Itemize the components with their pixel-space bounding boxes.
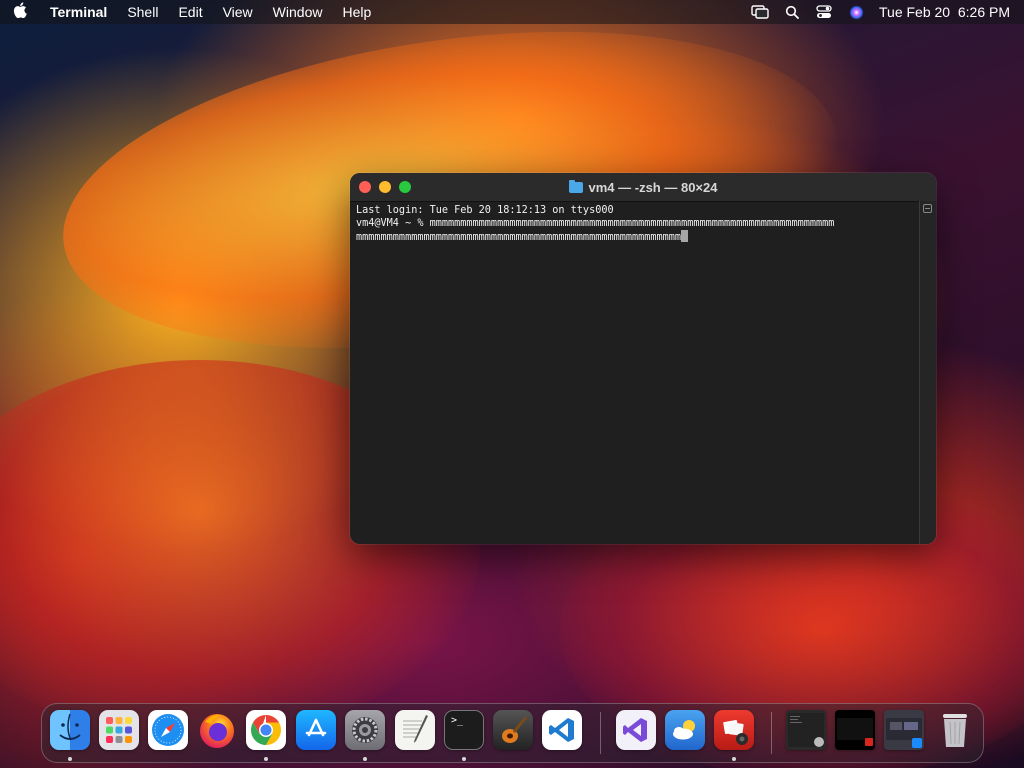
folder-icon — [568, 179, 583, 193]
dock-separator — [600, 712, 601, 754]
menu-help[interactable]: Help — [332, 0, 381, 24]
recent-window-thumbnail-3[interactable] — [884, 710, 924, 750]
text-cursor — [681, 230, 689, 242]
recent-window-thumbnail[interactable] — [786, 710, 826, 750]
chrome-icon[interactable] — [246, 710, 286, 750]
recent-window-thumbnail-2[interactable] — [835, 710, 875, 750]
apple-icon[interactable] — [0, 1, 40, 23]
menu-bar-clock[interactable]: Tue Feb 20 6:26 PM — [879, 4, 1010, 20]
window-title-bar[interactable]: vm4 — -zsh — 80×24 — [350, 173, 936, 202]
weather-icon[interactable] — [665, 710, 705, 750]
menu-edit[interactable]: Edit — [168, 0, 212, 24]
terminal-line: vm4@VM4 ~ % mmmmmmmmmmmmmmmmmmmmmmmmmmmm… — [356, 218, 835, 229]
trash-icon[interactable] — [935, 710, 975, 750]
vscode-icon[interactable] — [542, 710, 582, 750]
window-title: vm4 — -zsh — 80×24 — [350, 173, 936, 201]
menu-window[interactable]: Window — [263, 0, 333, 24]
visual-studio-icon[interactable] — [616, 710, 656, 750]
firefox-icon[interactable] — [197, 710, 237, 750]
menu-view[interactable]: View — [213, 0, 263, 24]
spotlight-search-icon[interactable] — [783, 4, 801, 20]
system-settings-icon[interactable] — [345, 710, 385, 750]
menu-app-terminal[interactable]: Terminal — [40, 0, 117, 24]
desktop-wallpaper: Terminal Shell Edit View Window Help Tue… — [0, 0, 1024, 768]
finder-icon[interactable] — [50, 710, 90, 750]
dock: >_ — [41, 703, 984, 763]
dock-separator — [771, 712, 772, 754]
running-indicator — [68, 757, 72, 761]
terminal-icon[interactable]: >_ — [444, 710, 484, 750]
terminal-window[interactable]: vm4 — -zsh — 80×24 Last login: Tue Feb 2… — [350, 173, 936, 544]
running-indicator — [732, 757, 736, 761]
app-store-icon[interactable] — [296, 710, 336, 750]
terminal-line: Last login: Tue Feb 20 18:12:13 on ttys0… — [356, 205, 614, 216]
launchpad-icon[interactable] — [99, 710, 139, 750]
safari-icon[interactable] — [148, 710, 188, 750]
menu-bar: Terminal Shell Edit View Window Help Tue… — [0, 0, 1024, 24]
screen-mirroring-icon[interactable] — [751, 4, 769, 20]
running-indicator — [462, 757, 466, 761]
running-indicator — [363, 757, 367, 761]
textedit-icon[interactable] — [395, 710, 435, 750]
menu-shell[interactable]: Shell — [117, 0, 168, 24]
siri-icon[interactable] — [847, 4, 865, 20]
control-center-icon[interactable] — [815, 4, 833, 20]
terminal-content[interactable]: Last login: Tue Feb 20 18:12:13 on ttys0… — [356, 204, 920, 538]
terminal-line-cursor: mmmmmmmmmmmmmmmmmmmmmmmmmmmmmmmmmmmmmmmm… — [356, 230, 920, 244]
photo-booth-icon[interactable] — [714, 710, 754, 750]
running-indicator — [264, 757, 268, 761]
terminal-line: mmmmmmmmmmmmmmmmmmmmmmmmmmmmmmmmmmmmmmmm… — [356, 232, 682, 243]
garageband-icon[interactable] — [493, 710, 533, 750]
split-pane-icon[interactable] — [923, 204, 932, 213]
window-title-text: vm4 — -zsh — 80×24 — [588, 179, 718, 195]
terminal-scrollbar[interactable] — [919, 201, 936, 544]
